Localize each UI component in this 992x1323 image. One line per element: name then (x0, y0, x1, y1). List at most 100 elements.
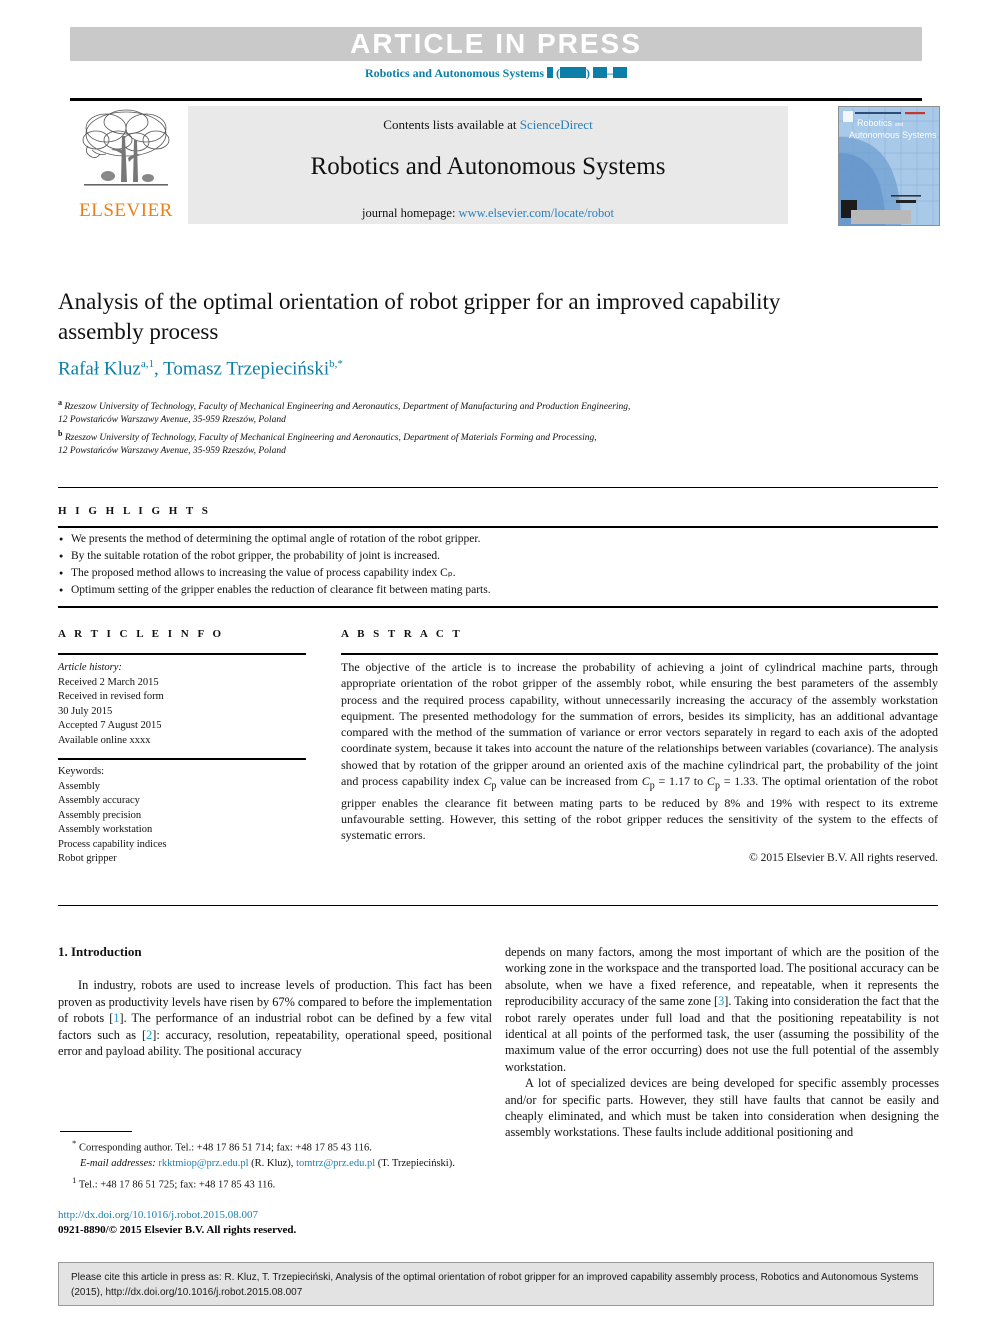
highlights-list: We presents the method of determining th… (58, 531, 938, 599)
author-1-affiliation-marker: a,1 (140, 358, 154, 370)
email-owner-1: (R. Kluz), (251, 1157, 294, 1169)
email-addresses-label: E-mail addresses: (80, 1157, 156, 1169)
keyword-item: Assembly precision (58, 809, 142, 821)
highlights-top-rule (58, 487, 938, 488)
doi-block: http://dx.doi.org/10.1016/j.robot.2015.0… (58, 1208, 498, 1238)
abstract-cp-value-1: = 1.17 to (654, 774, 707, 789)
article-accepted: Accepted 7 August 2015 (58, 720, 162, 731)
footnote-note-1: 1 Tel.: +48 17 86 51 725; fax: +48 17 85… (58, 1173, 492, 1193)
banner-journal-reference: Robotics and Autonomous Systems () – (0, 66, 992, 81)
intro-paragraph-1-cont: depends on many factors, among the most … (505, 944, 939, 1075)
keywords-label: Keywords: (58, 766, 105, 777)
article-in-press-banner: ARTICLE IN PRESS (70, 27, 922, 61)
highlight-text: By the suitable rotation of the robot gr… (71, 550, 441, 562)
highlights-bottom-rule (58, 606, 938, 608)
intro-paragraph-2: A lot of specialized devices are being d… (505, 1076, 939, 1140)
elsevier-wordmark: ELSEVIER (79, 200, 173, 221)
doi-link[interactable]: http://dx.doi.org/10.1016/j.robot.2015.0… (58, 1208, 498, 1223)
body-column-right: depends on many factors, among the most … (505, 944, 939, 1141)
highlight-item: We presents the method of determining th… (58, 531, 938, 548)
intro-paragraph-1: In industry, robots are used to increase… (58, 977, 492, 1059)
keyword-item: Robot gripper (58, 853, 117, 864)
abstract-copyright: © 2015 Elsevier B.V. All rights reserved… (749, 852, 938, 864)
abstract-part-1: The objective of the article is to incre… (341, 660, 938, 789)
affiliation-a-line2: 12 Powstańców Warszawy Avenue, 35-959 Rz… (58, 415, 286, 426)
author-list: Rafał Kluza,1, Tomasz Trzepiecińskib,* (58, 358, 343, 380)
corresponding-author-text: Corresponding author. Tel.: +48 17 86 51… (79, 1142, 372, 1154)
article-available-online: Available online xxxx (58, 734, 151, 746)
author-name-2[interactable]: Tomasz Trzepieciński (163, 358, 329, 379)
volume-placeholder-icon: () (547, 66, 590, 80)
article-in-press-label: ARTICLE IN PRESS (350, 28, 642, 59)
abstract-part-2: value can be increased from (496, 774, 642, 789)
keywords-rule (58, 758, 306, 760)
highlight-item: Optimum setting of the gripper enables t… (58, 582, 938, 599)
corresponding-author-marker: * (72, 1138, 77, 1148)
article-title: Analysis of the optimal orientation of r… (58, 289, 781, 344)
cp-symbol: C (706, 774, 715, 789)
svg-text:and: and (895, 122, 904, 128)
highlight-text: We presents the method of determining th… (71, 533, 481, 545)
article-history-label: Article history: (58, 662, 122, 673)
banner-journal-name: Robotics and Autonomous Systems (364, 66, 545, 80)
abstract-rule (341, 653, 938, 655)
please-cite-text: Please cite this article in press as: R.… (71, 1272, 919, 1298)
article-received: Received 2 March 2015 (58, 676, 159, 688)
contents-available-label: Contents lists available at (383, 117, 520, 132)
svg-text:Autonomous Systems: Autonomous Systems (849, 130, 937, 140)
masthead-center-panel: Contents lists available at ScienceDirec… (188, 106, 788, 224)
abstract-heading: A B S T R A C T (341, 628, 463, 640)
svg-text:Robotics: Robotics (857, 118, 893, 128)
section-heading-introduction: 1. Introduction (58, 944, 142, 959)
author-name-1[interactable]: Rafał Kluz (58, 358, 141, 379)
article-info-heading: A R T I C L E I N F O (58, 628, 225, 640)
highlight-item: By the suitable rotation of the robot gr… (58, 548, 938, 565)
keyword-item: Process capability indices (58, 838, 167, 850)
email-link-1[interactable]: rkktmiop@prz.edu.pl (158, 1158, 248, 1169)
pages-placeholder-icon: – (593, 66, 628, 80)
please-cite-box: Please cite this article in press as: R.… (58, 1262, 934, 1306)
affiliation-a: a Rzeszow University of Technology, Facu… (58, 396, 858, 427)
footnote-1-text: Tel.: +48 17 86 51 725; fax: +48 17 85 4… (78, 1179, 276, 1190)
author-2-affiliation-marker: b,* (329, 358, 343, 370)
issn-copyright-line: 0921-8890/© 2015 Elsevier B.V. All right… (58, 1224, 297, 1236)
journal-title: Robotics and Autonomous Systems (310, 153, 666, 180)
article-revised-label: Received in revised form (58, 691, 164, 702)
affiliation-a-line1: Rzeszow University of Technology, Facult… (64, 402, 631, 413)
journal-homepage-link[interactable]: www.elsevier.com/locate/robot (459, 206, 614, 220)
affiliation-b-marker: b (58, 429, 63, 438)
article-history-block: Article history: Received 2 March 2015 R… (58, 661, 306, 748)
keyword-item: Assembly (58, 780, 100, 792)
footnote-separator-rule (60, 1131, 132, 1132)
keyword-item: Assembly workstation (58, 824, 153, 835)
article-info-rule (58, 653, 306, 655)
journal-cover-thumbnail: Robotics and Autonomous Systems (838, 106, 940, 226)
footnote-1-marker: 1 (72, 1174, 77, 1185)
affiliation-b-line2: 12 Powstańców Warszawy Avenue, 35-959 Rz… (58, 446, 286, 457)
highlights-heading: H I G H L I G H T S (58, 505, 211, 517)
affiliation-b-line1: Rzeszow University of Technology, Facult… (64, 433, 597, 444)
body-column-left: 1. Introduction In industry, robots are … (58, 944, 492, 1059)
highlight-text: Optimum setting of the gripper enables t… (71, 584, 491, 596)
cp-symbol: C (641, 774, 650, 789)
abstract-text: The objective of the article is to incre… (341, 659, 938, 844)
journal-cover-artwork: Robotics and Autonomous Systems (839, 107, 939, 225)
masthead-top-rule (70, 98, 922, 101)
contents-available-line: Contents lists available at ScienceDirec… (188, 106, 788, 133)
elsevier-tree-icon (82, 109, 170, 186)
journal-masthead: ELSEVIER Contents lists available at Sci… (70, 98, 940, 230)
footnotes-block: * Corresponding author. Tel.: +48 17 86 … (58, 1136, 492, 1192)
journal-homepage-line: journal homepage: www.elsevier.com/locat… (188, 206, 788, 221)
highlight-text: The proposed method allows to increasing… (71, 567, 456, 579)
footnote-corresponding-author: * Corresponding author. Tel.: +48 17 86 … (58, 1136, 492, 1156)
email-link-2[interactable]: tomtrz@prz.edu.pl (296, 1158, 375, 1169)
article-revised-date: 30 July 2015 (58, 705, 113, 717)
sciencedirect-link[interactable]: ScienceDirect (520, 117, 593, 132)
email-owner-2: (T. Trzepieciński). (377, 1157, 455, 1169)
keywords-block: Keywords: Assembly Assembly accuracy Ass… (58, 765, 306, 867)
affiliation-b: b Rzeszow University of Technology, Facu… (58, 427, 858, 458)
highlight-item: The proposed method allows to increasing… (58, 565, 938, 582)
keyword-item: Assembly accuracy (58, 795, 140, 806)
affiliation-a-marker: a (58, 398, 62, 407)
abstract-bottom-rule (58, 905, 938, 906)
